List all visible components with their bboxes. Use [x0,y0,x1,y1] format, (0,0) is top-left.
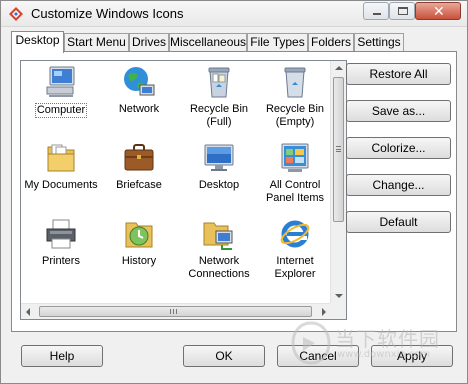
desktop-tab-panel: Computer Network Recycle Bin (Full) Recy… [11,51,457,332]
recycle-bin-full-icon [202,65,236,99]
icon-label: Network [118,103,160,115]
grip-icon [336,146,341,152]
tab-settings[interactable]: Settings [354,33,404,52]
icon-item-control-panel[interactable]: All Control Panel Items [257,141,333,205]
icon-label: Recycle Bin (Empty) [265,103,325,128]
scroll-right-icon[interactable] [322,308,326,316]
icon-label: Recycle Bin (Full) [189,103,249,128]
icon-item-network-connections[interactable]: Network Connections [181,217,257,281]
close-button[interactable]: ✕ [415,2,461,20]
icon-list-view[interactable]: Computer Network Recycle Bin (Full) Recy… [20,60,347,320]
tab-drives[interactable]: Drives [129,33,169,52]
maximize-button[interactable] [389,2,415,20]
scroll-up-icon[interactable] [335,66,343,70]
customize-windows-icons-dialog: Customize Windows Icons ✕ Desktop Start … [0,0,468,384]
icon-label: Printers [42,255,80,267]
icon-item-briefcase[interactable]: Briefcase [101,141,177,192]
watermark: 当下软件园 www.downxia.com [285,319,465,379]
icon-label: All Control Panel Items [265,179,325,204]
restore-all-button[interactable]: Restore All [346,63,451,85]
network-icon [122,65,156,99]
watermark-url: www.downxia.com [337,349,431,360]
icon-item-network[interactable]: Network [101,65,177,116]
scroll-left-icon[interactable] [26,308,30,316]
vertical-scrollbar[interactable] [330,61,346,303]
icon-item-computer[interactable]: Computer [23,65,99,118]
maximize-icon [398,7,408,15]
icon-label: Network Connections [188,255,250,280]
icon-label: History [121,255,157,267]
internet-explorer-icon [278,217,312,251]
my-documents-icon [44,141,78,175]
computer-icon [44,65,78,99]
control-panel-icon [278,141,312,175]
watermark-text: 当下软件园 [335,327,440,351]
tab-miscellaneous[interactable]: Miscellaneous [169,33,247,52]
watermark-logo-icon [291,321,331,365]
tab-file-types[interactable]: File Types [247,33,308,52]
horizontal-scroll-thumb[interactable] [39,306,312,317]
window-title: Customize Windows Icons [31,6,184,21]
history-icon [122,217,156,251]
scroll-corner [330,303,346,319]
desktop-icon [202,141,236,175]
icon-item-printers[interactable]: Printers [23,217,99,268]
briefcase-icon [122,141,156,175]
icon-item-internet-explorer[interactable]: Internet Explorer [257,217,333,281]
tab-desktop[interactable]: Desktop [11,31,64,53]
close-icon: ✕ [433,3,445,19]
recycle-bin-empty-icon [278,65,312,99]
default-button[interactable]: Default [346,211,451,233]
icon-item-recycle-bin-empty[interactable]: Recycle Bin (Empty) [257,65,333,129]
icon-label: Internet Explorer [274,255,316,280]
icon-label: Computer [34,103,88,118]
icon-label: My Documents [24,179,98,191]
scroll-down-icon[interactable] [335,294,343,298]
minimize-button[interactable] [363,2,389,20]
tab-start-menu[interactable]: Start Menu [64,33,129,52]
vertical-scroll-thumb[interactable] [333,77,344,222]
help-button[interactable]: Help [21,345,103,367]
icon-item-desktop[interactable]: Desktop [181,141,257,192]
grip-icon [170,309,177,314]
save-as-button[interactable]: Save as... [346,100,451,122]
printers-icon [44,217,78,251]
minimize-icon [373,13,381,15]
tab-folders[interactable]: Folders [308,33,354,52]
icon-item-recycle-bin-full[interactable]: Recycle Bin (Full) [181,65,257,129]
icon-item-history[interactable]: History [101,217,177,268]
title-bar[interactable]: Customize Windows Icons ✕ [1,1,467,27]
icon-label: Briefcase [116,179,162,191]
change-button[interactable]: Change... [346,174,451,196]
app-icon [9,7,23,21]
network-connections-icon [202,217,236,251]
icon-label: Desktop [198,179,240,191]
icon-item-my-documents[interactable]: My Documents [23,141,99,192]
horizontal-scrollbar[interactable] [21,303,331,319]
ok-button[interactable]: OK [183,345,265,367]
colorize-button[interactable]: Colorize... [346,137,451,159]
